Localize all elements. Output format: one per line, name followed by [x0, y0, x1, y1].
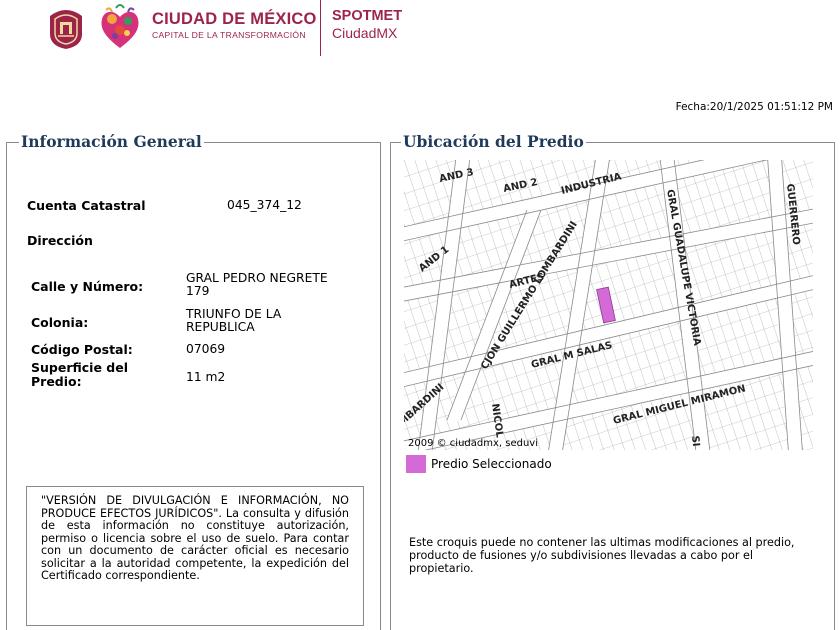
app-name: SPOTMET CiudadMX: [332, 8, 402, 42]
legal-notice: "VERSIÓN DE DIVULGACIÓN E INFORMACIÓN, N…: [26, 486, 364, 626]
location-legend: Ubicación del Predio: [401, 132, 586, 151]
calle-value-line-2: 179: [186, 284, 210, 298]
superficie-label-line-1: Superficie del: [31, 360, 128, 375]
colonia-label: Colonia:: [31, 315, 89, 330]
colonia-value-line-2: REPUBLICA: [186, 320, 255, 334]
map-copyright: 2009 © ciudadmx, seduvi: [408, 438, 538, 449]
app-name-primary: SPOTMET: [332, 8, 403, 24]
brand-block: CIUDAD DE MÉXICO CAPITAL DE LA TRANSFORM…: [152, 10, 317, 40]
superficie-value: 11 m2: [186, 370, 226, 384]
selected-parcel-legend: Predio Seleccionado: [431, 457, 552, 471]
calle-label: Calle y Número:: [31, 279, 144, 294]
timestamp: Fecha:20/1/2025 01:51:12 PM: [675, 101, 833, 113]
brand-title: CIUDAD DE MÉXICO: [152, 10, 317, 28]
map-disclaimer: Este croquis puede no contener las ultim…: [409, 536, 795, 575]
brand-divider: [320, 0, 321, 56]
cdmx-coat-of-arms-icon: [50, 10, 82, 49]
brand-subtitle: CAPITAL DE LA TRANSFORMACIÓN: [152, 30, 306, 40]
calle-value: GRAL PEDRO NEGRETE 179: [186, 272, 328, 298]
selected-parcel-swatch: [406, 455, 426, 473]
location-map[interactable]: AND 3 AND 2 INDUSTRIA GUERRERO GRAL GUAD…: [404, 160, 813, 450]
codigo-postal-label: Código Postal:: [31, 342, 133, 357]
direccion-label: Dirección: [27, 233, 93, 248]
superficie-label: Superficie del Predio:: [31, 361, 128, 389]
app-name-secondary: CiudadMX: [332, 25, 398, 41]
street-label-si: SI: [689, 435, 701, 447]
page-header: CIUDAD DE MÉXICO CAPITAL DE LA TRANSFORM…: [0, 0, 840, 60]
superficie-label-line-2: Predio:: [31, 374, 82, 389]
cuenta-catastral-value: 045_374_12: [227, 198, 302, 212]
general-info-legend: Información General: [19, 132, 204, 151]
codigo-postal-value: 07069: [186, 342, 226, 356]
heart-logo-icon: [101, 4, 139, 48]
map-canvas[interactable]: AND 3 AND 2 INDUSTRIA GUERRERO GRAL GUAD…: [404, 160, 813, 450]
colonia-value: TRIUNFO DE LA REPUBLICA: [186, 308, 281, 334]
cuenta-catastral-label: Cuenta Catastral: [27, 198, 146, 213]
